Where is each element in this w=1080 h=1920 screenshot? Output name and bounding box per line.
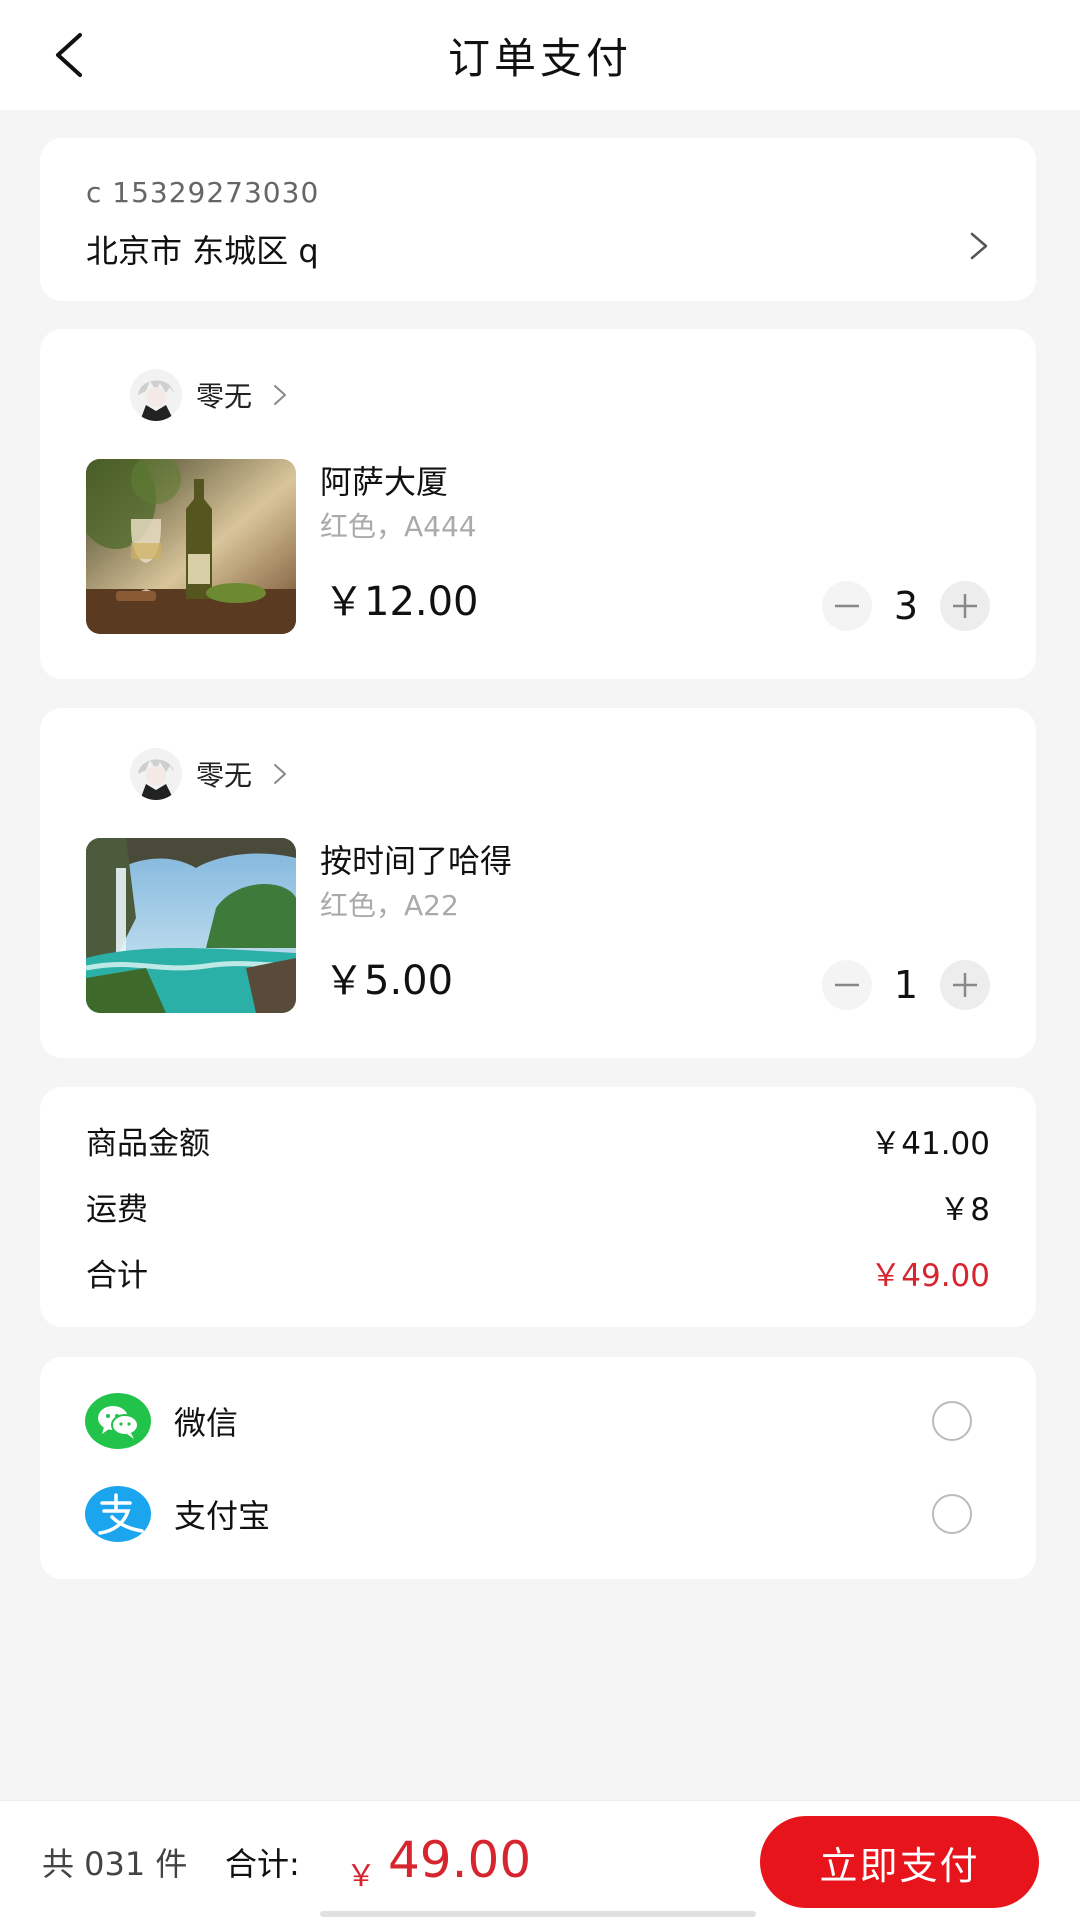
minus-icon: [835, 983, 859, 987]
total-value: ￥49.00: [870, 1257, 990, 1294]
chevron-left-icon: [56, 33, 82, 77]
payment-methods: 微信 支付宝: [40, 1357, 1036, 1579]
product-spec: 红色，A444: [320, 510, 477, 543]
goods-amount-label: 商品金额: [86, 1125, 210, 1162]
goods-amount-row: 商品金额 ￥41.00: [86, 1117, 990, 1163]
product-title: 阿萨大厦: [320, 463, 449, 501]
currency-symbol: ￥: [346, 1859, 376, 1894]
top-bar: 订单支付: [0, 0, 1080, 110]
shipping-label: 运费: [86, 1191, 148, 1228]
quantity-stepper: 3: [822, 581, 990, 631]
goods-amount-value: ￥41.00: [870, 1125, 990, 1162]
quantity-stepper: 1: [822, 960, 990, 1010]
plus-icon: [953, 973, 977, 997]
payment-label: 微信: [174, 1404, 239, 1442]
payment-option-alipay[interactable]: 支付宝: [84, 1485, 972, 1543]
wine-bottle-glass-photo: [86, 459, 296, 634]
footer-total-amount: 49.00: [388, 1831, 532, 1889]
payment-radio[interactable]: [932, 1494, 972, 1534]
product-price: ￥5.00: [324, 958, 454, 1004]
plus-icon: [953, 594, 977, 618]
product-image[interactable]: [86, 459, 296, 634]
payment-option-wechat[interactable]: 微信: [84, 1392, 972, 1450]
item-count: 共 031 件: [42, 1845, 188, 1883]
address-card[interactable]: c 15329273030 北京市 东城区 q: [40, 138, 1036, 301]
decrease-button[interactable]: [822, 581, 872, 631]
total-label: 合计: [86, 1257, 148, 1294]
chevron-right-icon: [274, 764, 287, 784]
product-price: ￥12.00: [324, 579, 479, 625]
address-text: 北京市 东城区 q: [86, 232, 319, 270]
alipay-icon: [85, 1486, 151, 1542]
back-button[interactable]: [40, 25, 100, 85]
product-image[interactable]: [86, 838, 296, 1013]
shipping-value: ￥8: [939, 1191, 990, 1228]
payment-label: 支付宝: [174, 1497, 271, 1535]
payment-radio[interactable]: [932, 1401, 972, 1441]
chevron-right-icon: [970, 232, 988, 260]
order-item: 零无 阿萨大厦 红色，A444 ￥12.00 3: [40, 329, 1036, 679]
avatar: [130, 369, 182, 421]
product-spec: 红色，A22: [320, 889, 459, 922]
home-indicator: [320, 1911, 756, 1917]
product-title: 按时间了哈得: [320, 842, 513, 880]
wechat-icon: [85, 1393, 151, 1449]
seller-link[interactable]: 零无: [130, 746, 290, 802]
price-summary: 商品金额 ￥41.00 运费 ￥8 合计 ￥49.00: [40, 1087, 1036, 1327]
page-title: 订单支付: [447, 33, 632, 83]
checkout-bar: 共 031 件 合计: ￥ 49.00 立即支付: [0, 1800, 1080, 1920]
increase-button[interactable]: [940, 960, 990, 1010]
seller-link[interactable]: 零无: [130, 367, 290, 423]
total-row: 合计 ￥49.00: [86, 1249, 990, 1295]
quantity-value: 3: [893, 584, 919, 628]
pay-now-button[interactable]: 立即支付: [760, 1816, 1039, 1908]
avatar: [130, 748, 182, 800]
minus-icon: [835, 604, 859, 608]
shipping-row: 运费 ￥8: [86, 1183, 990, 1229]
increase-button[interactable]: [940, 581, 990, 631]
seller-name: 零无: [196, 380, 253, 413]
chevron-right-icon: [274, 385, 287, 405]
waterfall-landscape-photo: [86, 838, 296, 1013]
order-item: 零无 按时间了哈得 红色，A22 ￥5.00 1: [40, 708, 1036, 1058]
decrease-button[interactable]: [822, 960, 872, 1010]
seller-name: 零无: [196, 759, 253, 792]
footer-total-label: 合计:: [225, 1845, 300, 1883]
address-phone: c 15329273030: [86, 176, 320, 209]
quantity-value: 1: [893, 963, 919, 1007]
